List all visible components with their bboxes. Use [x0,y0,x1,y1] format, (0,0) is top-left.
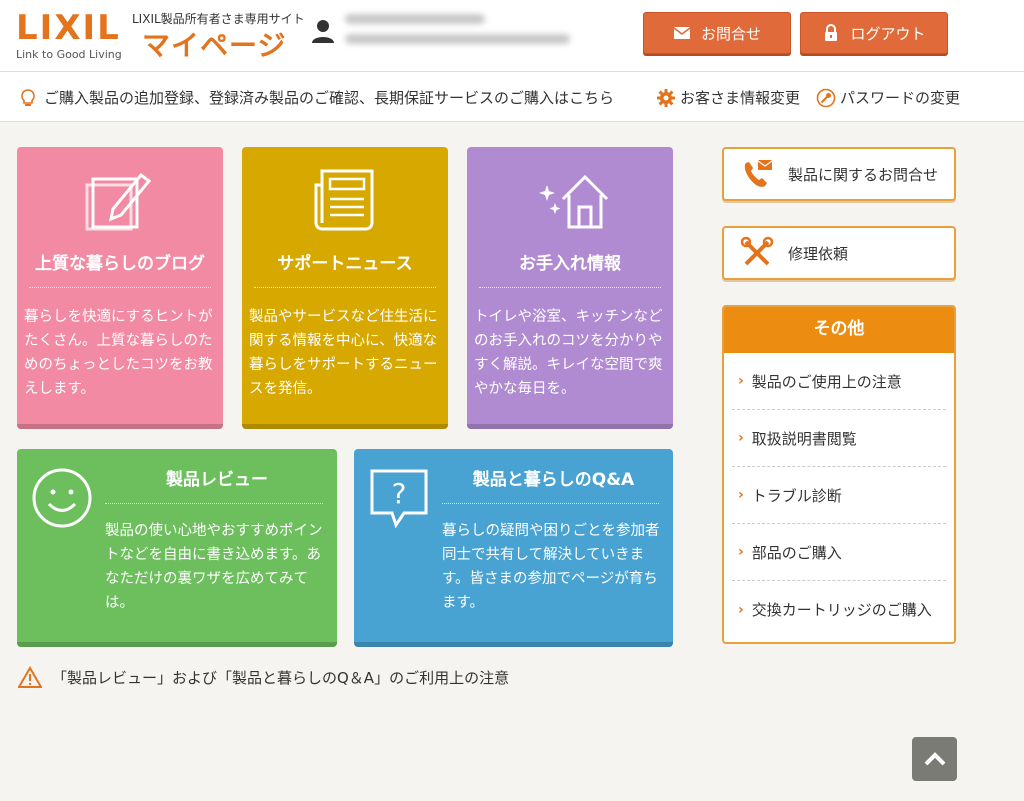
tile-product-review[interactable]: 製品レビュー 製品の使い心地やおすすめポイントなどを自由に書き込めます。あなただ… [17,449,337,647]
tile-blog[interactable]: 上質な暮らしのブログ 暮らしを快適にするヒントがたくさん。上質な暮らしのためのち… [17,147,223,429]
key-icon [816,88,836,107]
chevron-right-icon: › [738,487,744,503]
tile-title: 製品と暮らしのQ&A [472,470,635,490]
repair-request-button[interactable]: 修理依頼 [722,226,956,280]
lixil-logo[interactable]: LIXIL Link to Good Living [16,10,126,62]
svg-text:?: ? [392,477,407,510]
divider [479,287,661,288]
divider [442,503,659,504]
contact-button[interactable]: お問合せ [643,12,791,54]
tile-title: 製品レビュー [166,470,268,490]
gear-icon [657,88,675,107]
product-inquiry-label: 製品に関するお問合せ [788,165,939,184]
other-item-parts-purchase[interactable]: › 部品のご購入 [732,524,946,581]
password-change-label: パスワードの変更 [840,89,961,107]
tile-description: 暮らしを快適にするヒントがたくさん。上質な暮らしのためのちょっとしたコツをお教え… [24,309,213,397]
pencil-note-icon [85,172,152,231]
header: LIXIL Link to Good Living LIXIL製品所有者さま専用… [0,0,1024,72]
smiley-icon [32,468,92,528]
other-item-label: 製品のご使用上の注意 [751,372,902,391]
tile-title: 上質な暮らしのブログ [35,254,205,274]
other-item-label: トラブル診断 [751,486,842,505]
tile-title: サポートニュース [277,254,413,274]
tile-qa[interactable]: ? 製品と暮らしのQ&A 暮らしの疑問や困りごとを参加者同士で共有して解決してい… [354,449,673,647]
product-inquiry-button[interactable]: 製品に関するお問合せ [722,147,956,201]
tile-description: 製品やサービスなど住生活に関する情報を中心に、快適な暮らしをサポートするニュース… [249,309,438,397]
usage-notice-label: 「製品レビュー」および「製品と暮らしのQ＆A」のご利用上の注意 [52,668,510,687]
divider [105,503,323,504]
other-item-label: 取扱説明書閲覧 [751,429,857,448]
question-bubble-icon: ? [370,469,428,529]
back-to-top-button[interactable] [912,737,957,781]
usage-notice-link[interactable]: 「製品レビュー」および「製品と暮らしのQ＆A」のご利用上の注意 [18,666,509,688]
tile-description: 暮らしの疑問や困りごとを参加者同士で共有して解決していきます。皆さまの参加でペー… [442,523,660,611]
newspaper-icon [314,169,374,231]
tools-icon [740,236,774,266]
tile-care-info[interactable]: お手入れ情報 トイレや浴室、キッチンなどのお手入れのコツを分かりやすく解説。キレ… [467,147,673,429]
tile-description: トイレや浴室、キッチンなどのお手入れのコツを分かりやすく解説。キレイな空間で爽や… [474,309,663,397]
other-menu: その他 › 製品のご使用上の注意 › 取扱説明書閲覧 › トラブル診断 › 部品… [722,305,956,644]
tile-support-news[interactable]: サポートニュース 製品やサービスなど住生活に関する情報を中心に、快適な暮らしをサ… [242,147,448,429]
other-menu-title: その他 [724,307,954,353]
chevron-right-icon: › [738,601,744,618]
logout-button[interactable]: ログアウト [800,12,948,54]
chevron-right-icon: › [738,544,744,560]
lightbulb-icon [21,88,35,106]
other-item-manuals[interactable]: › 取扱説明書閲覧 [732,410,946,467]
phone-mail-icon [744,160,773,187]
contact-label: お問合せ [700,24,761,43]
user-icon [312,20,334,43]
mail-icon [673,27,691,39]
logout-label: ログアウト [850,24,926,43]
divider [254,287,436,288]
tile-title: お手入れ情報 [519,254,621,274]
other-item-cartridge-purchase[interactable]: › 交換カートリッジのご購入 [732,581,946,638]
logo-tagline: Link to Good Living [16,48,122,61]
other-item-label: 部品のご購入 [751,543,842,562]
repair-request-label: 修理依頼 [788,244,849,263]
other-item-usage-caution[interactable]: › 製品のご使用上の注意 [732,353,946,410]
lock-icon [825,24,838,41]
registration-notice-text: ご購入製品の追加登録、登録済み製品のご確認、長期保証サービスのご購入はこちら [44,89,615,107]
chevron-right-icon: › [738,430,744,446]
product-registration-link[interactable]: ご購入製品の追加登録、登録済み製品のご確認、長期保証サービスのご購入はこちら [18,87,614,108]
logo-text: LIXIL [16,8,121,48]
customer-info-label: お客さま情報変更 [680,89,801,107]
sub-navigation: ご購入製品の追加登録、登録済み製品のご確認、長期保証サービスのご購入はこちら お… [0,72,1024,122]
customer-info-link[interactable]: お客さま情報変更 [656,87,800,108]
other-item-label: 交換カートリッジのご購入 [751,601,932,619]
other-item-troubleshooting[interactable]: › トラブル診断 [732,467,946,524]
chevron-up-icon [924,752,945,766]
sparkle-house-icon [539,174,609,229]
chevron-right-icon: › [738,373,744,389]
divider [29,287,211,288]
user-info-redacted [345,14,570,54]
warning-icon [18,666,42,688]
site-title[interactable]: マイページ [142,24,286,64]
password-change-link[interactable]: パスワードの変更 [816,87,960,108]
tile-description: 製品の使い心地やおすすめポイントなどを自由に書き込めます。あなただけの裏ワザを広… [105,523,323,611]
